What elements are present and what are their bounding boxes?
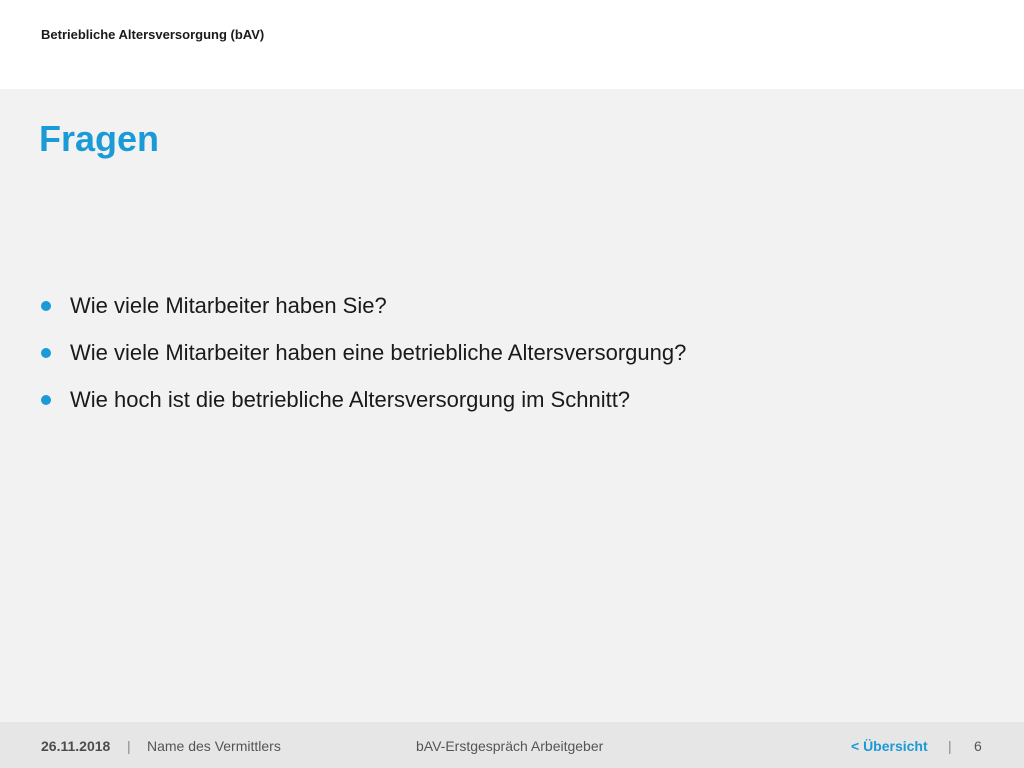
bullet-dot-icon: [41, 348, 51, 358]
bullet-item: Wie viele Mitarbeiter haben eine betrieb…: [41, 337, 686, 384]
bullet-dot-icon: [41, 395, 51, 405]
footer-agent-name: Name des Vermittlers: [147, 738, 281, 754]
bullet-item: Wie viele Mitarbeiter haben Sie?: [41, 290, 686, 337]
slide-title: Fragen: [39, 118, 160, 159]
bullet-item: Wie hoch ist die betriebliche Altersvers…: [41, 384, 686, 431]
header-title: Betriebliche Altersversorgung (bAV): [41, 27, 265, 42]
slide-header: Betriebliche Altersversorgung (bAV): [0, 0, 1024, 89]
slide-footer: 26.11.2018 | Name des Vermittlers bAV-Er…: [0, 722, 1024, 768]
footer-presentation-title: bAV-Erstgespräch Arbeitgeber: [416, 738, 604, 754]
bullet-text: Wie hoch ist die betriebliche Altersvers…: [70, 387, 631, 412]
overview-link[interactable]: < Übersicht: [851, 738, 928, 754]
bullet-text: Wie viele Mitarbeiter haben eine betrieb…: [70, 340, 687, 365]
footer-date: 26.11.2018: [41, 738, 111, 754]
bullet-dot-icon: [41, 301, 51, 311]
footer-separator: |: [948, 738, 952, 754]
bullet-text: Wie viele Mitarbeiter haben Sie?: [70, 293, 387, 318]
page-number: 6: [974, 738, 982, 754]
bullet-list: Wie viele Mitarbeiter haben Sie? Wie vie…: [41, 290, 686, 431]
footer-separator: |: [127, 738, 131, 754]
